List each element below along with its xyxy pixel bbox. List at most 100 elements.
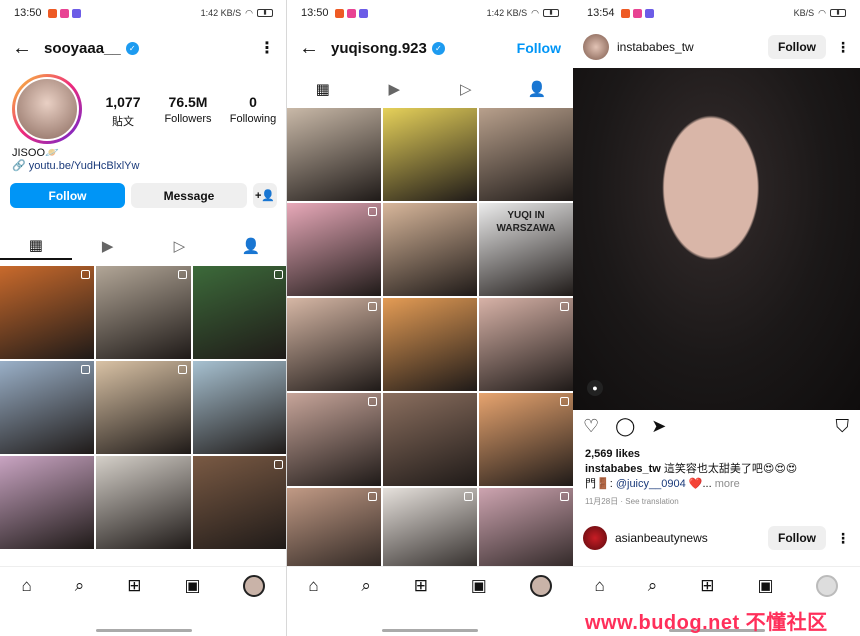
follow-button[interactable]: Follow: [517, 40, 561, 56]
tab-grid-icon[interactable]: ▦: [287, 72, 359, 106]
profile-avatar[interactable]: [12, 74, 82, 144]
grid-post[interactable]: [96, 266, 191, 359]
home-icon[interactable]: ⌂: [594, 576, 604, 596]
grid-post[interactable]: [96, 361, 191, 454]
create-icon[interactable]: ⊞: [127, 576, 141, 596]
reels-icon[interactable]: ▣: [471, 576, 487, 596]
post-photo[interactable]: ●: [573, 68, 860, 410]
grid-post[interactable]: [383, 108, 477, 201]
multi-photo-icon: [368, 302, 377, 311]
reels-icon[interactable]: ▣: [757, 576, 773, 596]
search-icon[interactable]: ⌕: [75, 576, 85, 596]
grid-post[interactable]: [383, 393, 477, 486]
home-indicator[interactable]: [95, 629, 192, 632]
notification-icon: [358, 8, 368, 18]
grid-post[interactable]: [0, 266, 95, 359]
multi-photo-icon: [177, 270, 187, 279]
grid-post[interactable]: [0, 456, 95, 549]
tab-grid-icon[interactable]: ▦: [0, 232, 72, 260]
notification-icon: [632, 8, 642, 18]
grid-post[interactable]: YUQI IN WARSZAWA: [479, 203, 573, 296]
profile-stats: 1,077 貼文 76.5M Followers 0 Following: [98, 94, 278, 129]
stat-followers[interactable]: 76.5M Followers: [163, 94, 213, 129]
search-icon[interactable]: ⌕: [648, 576, 658, 596]
stat-following[interactable]: 0 Following: [228, 94, 278, 129]
follow-button[interactable]: Follow: [768, 526, 826, 550]
multi-photo-icon: [274, 270, 283, 279]
profile-avatar-icon[interactable]: [243, 574, 266, 597]
post-author-avatar[interactable]: [583, 34, 609, 60]
grid-post[interactable]: [192, 361, 287, 454]
more-options-icon[interactable]: ⋮: [836, 530, 850, 547]
home-icon[interactable]: ⌂: [308, 576, 318, 596]
more-options-icon[interactable]: ⋮: [259, 38, 275, 58]
profile-panel-yuqisong: 13:50 1:42 KB/S ◠ ▮ ← yuqisong.923 ✓ Fol…: [287, 0, 573, 636]
post-grid: [0, 266, 287, 549]
message-button[interactable]: Message: [131, 183, 247, 208]
follow-button[interactable]: Follow: [768, 35, 826, 59]
grid-post[interactable]: [192, 266, 287, 359]
multi-photo-icon: [560, 397, 569, 406]
grid-post[interactable]: [479, 298, 573, 391]
next-post-username[interactable]: asianbeautynews: [615, 531, 708, 545]
caption-mention[interactable]: @juicy__0904: [616, 478, 686, 490]
grid-post[interactable]: [287, 203, 381, 296]
multi-photo-icon: [177, 365, 187, 374]
reels-icon[interactable]: ▣: [184, 576, 200, 596]
save-bookmark-icon[interactable]: ⛉: [836, 416, 850, 437]
tab-videos-icon[interactable]: ▷: [430, 72, 502, 106]
tab-tagged-icon[interactable]: 👤: [215, 232, 287, 260]
comment-icon[interactable]: ◯: [615, 416, 635, 437]
more-options-icon[interactable]: ⋮: [836, 39, 850, 56]
notification-icon: [620, 8, 630, 18]
caption-more-link[interactable]: more: [715, 478, 740, 490]
tab-videos-icon[interactable]: ▷: [144, 232, 216, 260]
caption-suffix: ❤️...: [688, 478, 715, 490]
post-author-username[interactable]: instababes_tw: [617, 40, 694, 54]
verified-badge-icon: ✓: [431, 41, 445, 55]
caption-username[interactable]: instababes_tw: [585, 463, 661, 475]
grid-post[interactable]: [192, 456, 287, 549]
like-heart-icon[interactable]: ♡: [583, 416, 599, 437]
post-actions: ♡ ◯ ➤ ⛉: [583, 416, 849, 437]
grid-post[interactable]: [287, 393, 381, 486]
stat-posts[interactable]: 1,077 貼文: [98, 94, 148, 129]
back-arrow-icon[interactable]: ←: [12, 37, 44, 60]
grid-post[interactable]: [383, 298, 477, 391]
notification-icon: [346, 8, 356, 18]
bio-link-text[interactable]: youtu.be/YudHcBlxlYw: [29, 160, 140, 172]
grid-post[interactable]: [383, 203, 477, 296]
share-send-icon[interactable]: ➤: [651, 416, 666, 437]
status-bar: 13:54 KB/S ◠ ▮: [573, 0, 860, 26]
tagged-user-icon[interactable]: ●: [587, 380, 603, 396]
grid-post[interactable]: [96, 456, 191, 549]
create-icon[interactable]: ⊞: [700, 576, 714, 596]
back-arrow-icon[interactable]: ←: [299, 37, 331, 60]
multi-photo-icon: [368, 492, 377, 501]
profile-avatar-icon[interactable]: [529, 574, 552, 597]
home-icon[interactable]: ⌂: [21, 576, 31, 596]
tab-tagged-icon[interactable]: 👤: [502, 72, 574, 106]
suggest-user-button[interactable]: +👤: [253, 183, 277, 208]
home-indicator[interactable]: [382, 629, 478, 632]
multi-photo-icon: [464, 492, 473, 501]
bio-link[interactable]: 🔗 youtu.be/YudHcBlxlYw: [12, 159, 139, 172]
grid-post[interactable]: [479, 108, 573, 201]
profile-avatar-icon[interactable]: [816, 574, 839, 597]
post-header: instababes_tw Follow ⋮: [573, 30, 860, 64]
status-bar: 13:50 1:42 KB/S ◠ ▮: [287, 0, 573, 26]
search-icon[interactable]: ⌕: [361, 576, 371, 596]
grid-post[interactable]: [287, 298, 381, 391]
grid-post[interactable]: [479, 393, 573, 486]
grid-post[interactable]: [287, 108, 381, 201]
like-count[interactable]: 2,569 likes: [585, 448, 640, 460]
post-date[interactable]: 11月28日 · See translation: [585, 496, 679, 507]
profile-header: ← sooyaaa__ ✓ ⋮: [0, 26, 287, 70]
tab-reels-icon[interactable]: ▶: [359, 72, 431, 106]
follow-button[interactable]: Follow: [10, 183, 125, 208]
grid-post[interactable]: [0, 361, 95, 454]
next-post-avatar[interactable]: [583, 526, 607, 550]
tab-reels-icon[interactable]: ▶: [72, 232, 144, 260]
create-icon[interactable]: ⊞: [414, 576, 428, 596]
wifi-icon: ◠: [818, 7, 826, 18]
